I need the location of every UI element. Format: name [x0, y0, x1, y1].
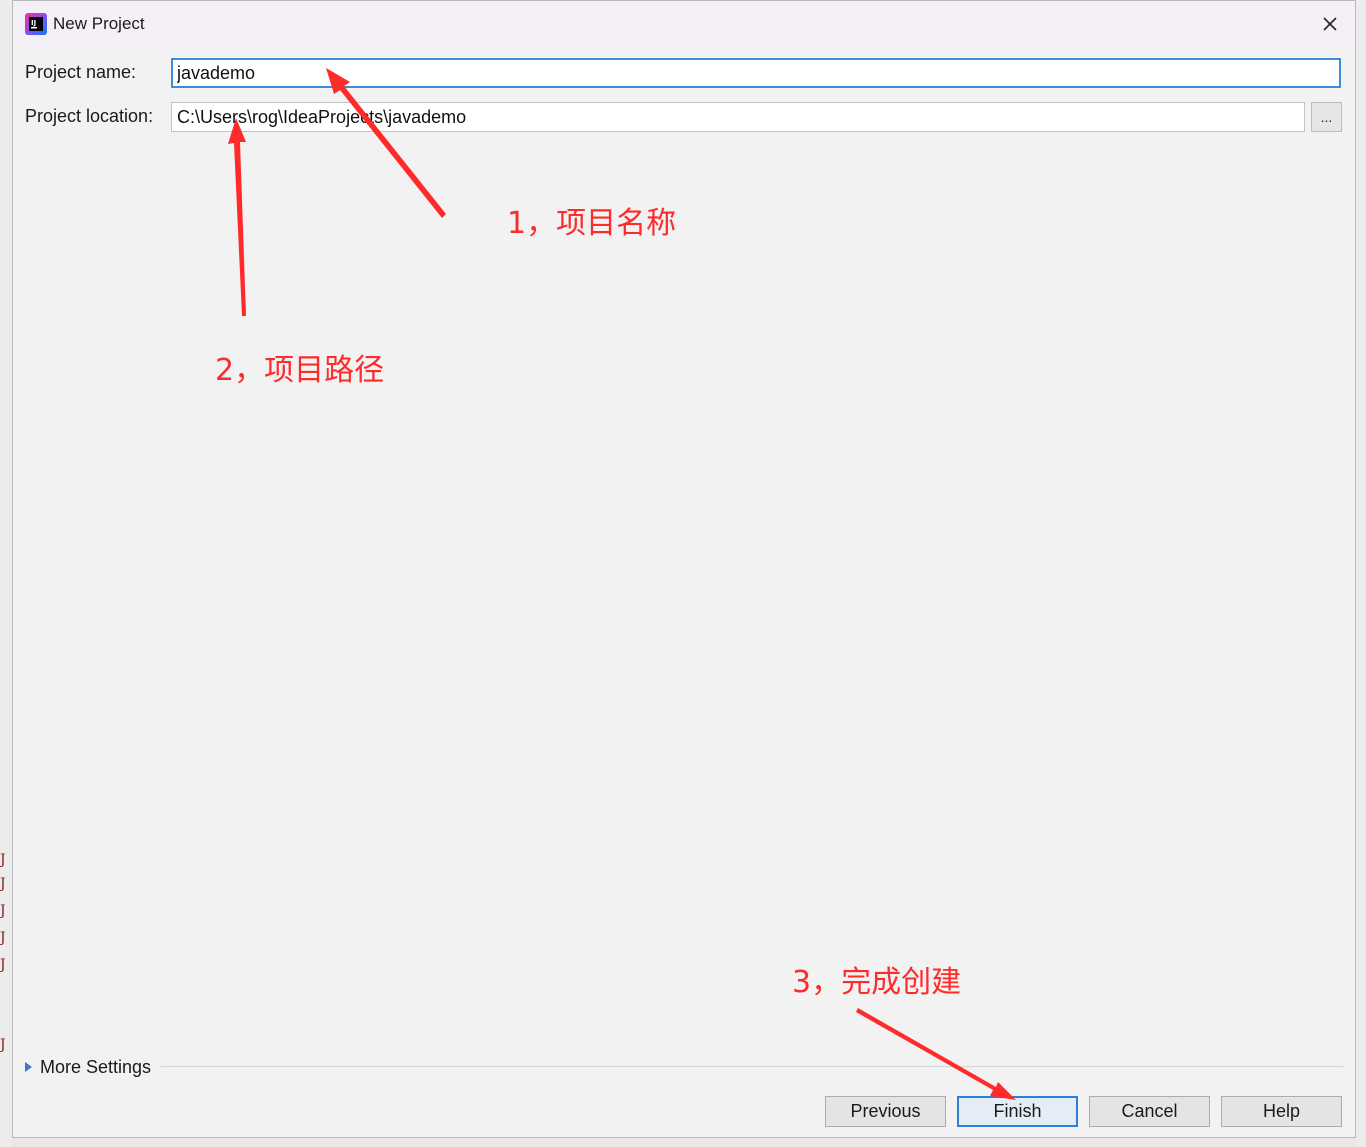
background-code-line: J — [0, 1037, 6, 1053]
project-location-label: Project location: — [25, 106, 154, 126]
project-location-input[interactable] — [171, 102, 1305, 132]
new-project-dialog: IJ New Project Project name: Project loc… — [12, 0, 1356, 1138]
finish-button[interactable]: Finish — [957, 1096, 1078, 1127]
dialog-title: New Project — [53, 14, 145, 33]
background-ide-left-edge: J J J J J J — [0, 0, 12, 1147]
background-ide-right-edge — [1356, 0, 1366, 1147]
more-settings-separator — [161, 1066, 1343, 1067]
project-name-input[interactable] — [171, 58, 1341, 88]
background-code-line: J — [0, 957, 6, 973]
help-button[interactable]: Help — [1221, 1096, 1342, 1127]
previous-button[interactable]: Previous — [825, 1096, 946, 1127]
annotation-step3: 3，完成创建 — [792, 965, 962, 1000]
intellij-idea-icon: IJ — [25, 13, 47, 35]
annotation-step2: 2，项目路径 — [215, 353, 385, 388]
background-code-line: J — [0, 852, 6, 868]
more-settings-toggle[interactable]: More Settings — [25, 1056, 151, 1078]
background-code-line: J — [0, 930, 6, 946]
browse-location-button[interactable]: ... — [1311, 102, 1342, 132]
title-bar: IJ New Project — [13, 1, 1355, 47]
annotation-step1: 1，项目名称 — [507, 206, 677, 241]
project-name-label: Project name: — [25, 62, 137, 82]
svg-text:IJ: IJ — [31, 19, 36, 27]
close-icon[interactable] — [1313, 7, 1347, 41]
triangle-right-icon — [25, 1062, 32, 1072]
background-code-line: J — [0, 876, 6, 892]
cancel-button[interactable]: Cancel — [1089, 1096, 1210, 1127]
more-settings-label: More Settings — [40, 1056, 152, 1077]
background-code-line: J — [0, 903, 6, 919]
